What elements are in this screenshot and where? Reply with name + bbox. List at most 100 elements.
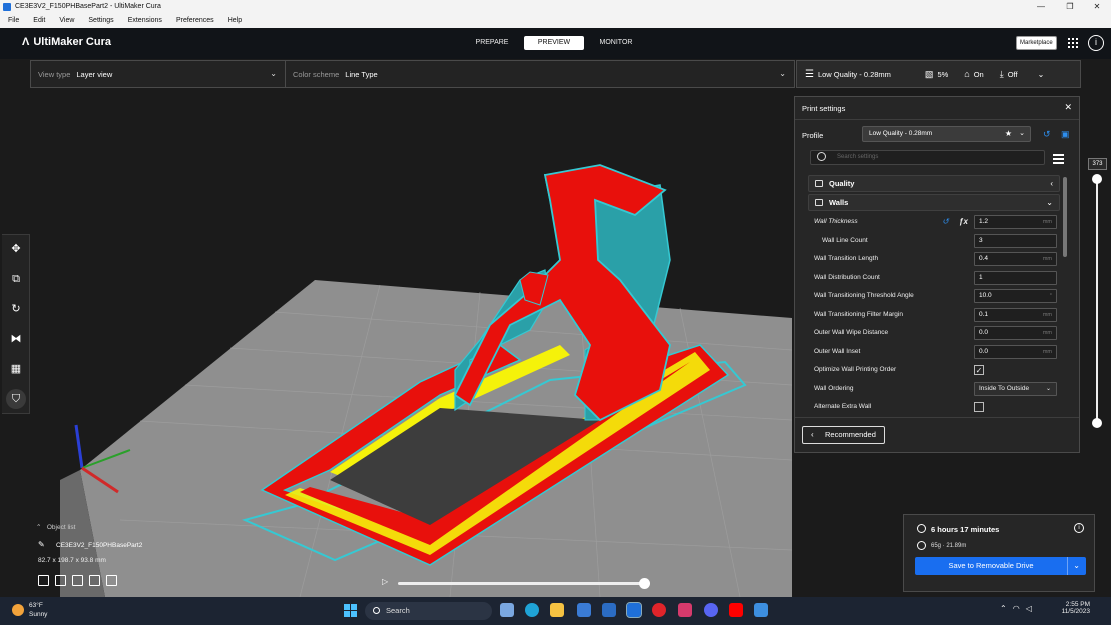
category-walls[interactable]: Walls ⌄ (808, 194, 1060, 211)
cura-taskbar-icon[interactable] (626, 602, 642, 618)
audio-app-icon[interactable] (678, 603, 692, 617)
settings-menu-icon[interactable] (1053, 154, 1064, 166)
app-header: Ʌ UltiMaker Cura PREPARE PREVIEW MONITOR… (0, 28, 1111, 59)
scale-tool-icon[interactable]: ⧉ (6, 269, 26, 289)
minimize-button[interactable]: — (1027, 0, 1055, 13)
color-scheme-dropdown[interactable]: Color scheme Line Type ⌄ (286, 61, 794, 87)
category-quality[interactable]: Quality ‹ (808, 175, 1060, 192)
wall-ordering-dropdown[interactable]: Inside To Outside ⌄ (974, 381, 1057, 396)
windows-start-icon[interactable] (344, 604, 357, 617)
close-icon[interactable]: ✕ (1064, 102, 1072, 113)
view-type-dropdown[interactable]: View type Layer view ⌄ (31, 61, 286, 87)
settings-search-input[interactable]: Search settings (810, 150, 1045, 165)
per-model-settings-icon[interactable]: ▦ (6, 359, 26, 379)
print-estimate-panel: 6 hours 17 minutes i 65g · 21.89m Save t… (903, 514, 1095, 592)
layer-slider-track[interactable] (1096, 178, 1098, 423)
logo-text: UltiMaker Cura (33, 36, 111, 48)
edge-icon[interactable] (525, 603, 539, 617)
wall-transition-length-input[interactable]: 0.4 mm (974, 252, 1057, 266)
divider (795, 417, 1079, 418)
store-icon[interactable] (577, 603, 591, 617)
layer-slider-bottom-handle[interactable] (1092, 418, 1102, 428)
layer-number-input[interactable]: 373 (1088, 158, 1107, 170)
setting-outer-wall-inset: Outer Wall Inset 0.0 mm (808, 343, 1060, 362)
tab-monitor[interactable]: MONITOR (586, 36, 646, 50)
reset-icon[interactable]: ↺ (942, 213, 949, 232)
divider (795, 119, 1079, 120)
play-icon[interactable]: ▷ (382, 577, 392, 587)
top-view-icon[interactable] (72, 575, 83, 586)
profile-value: Low Quality - 0.28mm (869, 130, 933, 137)
wall-thickness-input[interactable]: 1.2 mm (974, 215, 1057, 229)
chevron-up-icon[interactable]: ⌃ (1000, 604, 1007, 613)
pencil-icon[interactable]: ✎ (38, 540, 45, 549)
chevron-down-icon: ⌄ (1045, 385, 1051, 392)
taskbar-search[interactable]: Search (365, 602, 492, 620)
copilot-icon[interactable] (500, 603, 514, 617)
search-icon (373, 607, 380, 614)
chevron-down-icon: ⌄ (270, 69, 277, 78)
reset-profile-icon[interactable]: ↺ (1043, 129, 1051, 140)
app-icon-red[interactable] (652, 603, 666, 617)
paint-app-icon[interactable] (754, 603, 768, 617)
menu-preferences[interactable]: Preferences (176, 17, 214, 24)
recommended-button[interactable]: ‹ Recommended (802, 426, 885, 444)
print-settings-summary[interactable]: ☰ Low Quality - 0.28mm ▧ 5% ⌂ On ⤓ Off ⌄ (796, 60, 1081, 88)
wall-distribution-count-input[interactable]: 1 (974, 270, 1057, 285)
taskbar-clock[interactable]: 2:55 PM 11/5/2023 (1054, 601, 1090, 615)
category-label: Walls (829, 198, 849, 207)
video-app-icon[interactable] (602, 603, 616, 617)
menu-extensions[interactable]: Extensions (128, 17, 162, 24)
menu-view[interactable]: View (59, 17, 74, 24)
path-slider-track[interactable] (398, 582, 644, 585)
menu-settings[interactable]: Settings (88, 17, 113, 24)
wall-transitioning-filter-margin-input[interactable]: 0.1 mm (974, 307, 1057, 322)
menu-edit[interactable]: Edit (33, 17, 45, 24)
tab-preview[interactable]: PREVIEW (524, 36, 584, 50)
menu-file[interactable]: File (8, 17, 19, 24)
volume-icon[interactable]: ◁ (1026, 604, 1032, 613)
weather-condition: Sunny (29, 611, 48, 618)
save-profile-icon[interactable]: ▣ (1061, 129, 1070, 140)
support-blocker-icon[interactable]: ⛉ (6, 389, 26, 409)
color-scheme-value: Line Type (345, 69, 378, 79)
front-view-icon[interactable] (55, 575, 66, 586)
left-view-icon[interactable] (89, 575, 100, 586)
outer-wall-wipe-distance-input[interactable]: 0.0 mm (974, 326, 1057, 340)
marketplace-button[interactable]: Marketplace (1016, 36, 1057, 50)
save-to-removable-drive-button[interactable]: Save to Removable Drive ⌄ (915, 557, 1086, 575)
wifi-icon[interactable]: ◠ (1013, 604, 1020, 613)
star-icon[interactable]: ★ (1005, 127, 1012, 141)
rotate-tool-icon[interactable]: ↻ (6, 299, 26, 319)
close-window-button[interactable]: ✕ (1083, 0, 1111, 13)
wall-transitioning-threshold-angle-input[interactable]: 10.0 ° (974, 289, 1057, 303)
file-explorer-icon[interactable] (550, 603, 564, 617)
move-tool-icon[interactable]: ✥ (6, 239, 26, 259)
alternate-extra-wall-checkbox[interactable] (974, 402, 984, 412)
youtube-icon[interactable] (729, 603, 743, 617)
setting-wall-transitioning-threshold-angle: Wall Transitioning Threshold Angle 10.0 ° (808, 287, 1060, 306)
3d-view-icon[interactable] (38, 575, 49, 586)
material-estimate: 65g · 21.89m (931, 543, 967, 549)
settings-scrollbar[interactable] (1063, 177, 1067, 257)
account-icon[interactable]: i (1088, 35, 1104, 51)
sun-icon (12, 604, 24, 616)
chevron-down-icon[interactable]: ⌄ (1073, 557, 1080, 575)
discord-icon[interactable] (704, 603, 718, 617)
menu-help[interactable]: Help (228, 17, 242, 24)
wall-line-count-input[interactable]: 3 (974, 233, 1057, 248)
mirror-tool-icon[interactable]: ⧓ (6, 329, 26, 349)
path-slider-handle[interactable] (639, 578, 650, 589)
outer-wall-inset-input[interactable]: 0.0 mm (974, 344, 1057, 359)
function-icon[interactable]: ƒx (959, 213, 968, 232)
layer-slider-top-handle[interactable] (1092, 174, 1102, 184)
maximize-button[interactable]: ❐ (1056, 0, 1084, 13)
optimize-wall-printing-order-checkbox[interactable]: ✓ (974, 365, 984, 375)
apps-grid-icon[interactable] (1067, 37, 1079, 49)
right-view-icon[interactable] (106, 575, 117, 586)
object-list-header[interactable]: ⌃ Object list (36, 523, 216, 531)
info-icon[interactable]: i (1074, 523, 1084, 533)
tab-prepare[interactable]: PREPARE (462, 36, 522, 50)
setting-label: Wall Ordering (814, 384, 854, 392)
profile-dropdown[interactable]: Low Quality - 0.28mm ★ ⌄ (862, 126, 1031, 142)
